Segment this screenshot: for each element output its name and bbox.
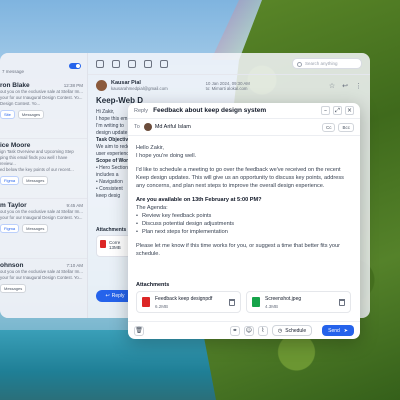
close-icon[interactable]: × [345, 106, 354, 115]
list-item-line: Design Contest. Yo... [0, 101, 41, 106]
schedule-label: Schedule [285, 327, 307, 334]
section-heading: Task Objectiv [96, 137, 129, 143]
list-header: 7 message [0, 53, 87, 79]
tag[interactable]: Figma [0, 224, 20, 233]
cc-button[interactable]: Cc [321, 122, 336, 132]
reply-icon: ↩ [105, 293, 110, 299]
compose-header: Reply Feedback about keep design system … [128, 103, 360, 119]
tag[interactable]: Site [0, 110, 15, 119]
attachment-card[interactable]: Screenshot.jpeg 4.3MB [246, 291, 351, 313]
attachment-size: 4.3MB [265, 303, 279, 309]
compose-window: Reply Feedback about keep design system … [128, 103, 360, 339]
list-item[interactable]: ron Blake 12:38 PM out you on the exclus… [0, 79, 87, 139]
tag-icon[interactable] [128, 59, 136, 68]
list-item[interactable]: ohnson 7:10 AM out you on the exclusive … [0, 259, 87, 318]
more-icon[interactable]: ⋮ [355, 82, 362, 90]
expand-icon[interactable]: ⤢ [333, 106, 342, 115]
emoji-icon[interactable]: ☺ [243, 325, 254, 336]
link-icon[interactable]: ⚭ [229, 325, 240, 336]
mail-list: 7 message ron Blake 12:38 PM out you on … [0, 53, 88, 318]
compose-footer: 🗑 ⚭ ☺ ⌇ ◷ Schedule Send ➤ [128, 321, 360, 339]
pdf-file-icon [142, 297, 150, 307]
agenda-item: Review key feedback points [136, 212, 352, 220]
section-heading: Scope of Wor [96, 158, 129, 164]
minimize-icon[interactable]: – [321, 106, 330, 115]
list-item-time: 9:45 AM [66, 203, 83, 208]
body-paragraph: I'd like to schedule a meeting to go ove… [136, 167, 344, 189]
attachment-name: Feedback keep designpdf [155, 295, 213, 302]
message-recipient: to: Mimarti alokal.com [205, 85, 248, 91]
send-button[interactable]: Send ➤ [322, 325, 354, 336]
list-item-sender: ice Moore [0, 142, 31, 149]
attachments-heading: Attachments [136, 282, 170, 288]
body-question: Are you available on 13th February at 5:… [136, 197, 262, 203]
mail-icon[interactable] [160, 59, 168, 68]
tag[interactable]: Messages [22, 176, 49, 185]
star-icon[interactable]: ☆ [329, 82, 335, 90]
attachment-card[interactable]: Feedback keep designpdf 6.2MB [136, 291, 241, 313]
agenda-label: The Agenda: [136, 205, 168, 211]
tag[interactable]: Messages [22, 224, 49, 233]
attachment-card[interactable]: Corre 13MB [96, 235, 132, 257]
agenda-item: Discuss potential design adjustments [136, 220, 352, 228]
list-item-time: 12:38 PM [63, 83, 83, 88]
agenda-list: Review key feedback points Discuss poten… [136, 212, 352, 236]
trash-icon[interactable] [144, 59, 152, 68]
body-greeting: Hello Zakir, I hope you're doing well. [136, 145, 197, 159]
agenda-item: Plan next steps for implementation [136, 228, 352, 236]
recipient-name: Md Ariful Islam [154, 124, 191, 130]
send-icon: ➤ [343, 327, 348, 334]
list-item-line: your for our Inaugural Design Contest. Y… [0, 275, 83, 280]
sender-email: kausarahmedpial@gmail.com [111, 86, 168, 91]
attachment-name: Screenshot.jpeg [265, 295, 302, 302]
avatar [143, 123, 152, 131]
list-item-line: ping this email finds you well I have re… [0, 155, 68, 166]
tag[interactable]: Messages [17, 110, 45, 119]
list-item-line: your for our Inaugural Design Contest. Y… [0, 215, 83, 220]
reply-label: Reply [111, 293, 125, 299]
body-closing: Please let me know if this time works fo… [136, 243, 340, 257]
tag[interactable]: Figma [0, 176, 20, 185]
schedule-button[interactable]: ◷ Schedule [271, 325, 313, 336]
image-file-icon [252, 297, 260, 307]
reply-icon[interactable]: ↩ [342, 82, 348, 90]
attachment-size: 6.2MB [155, 303, 169, 309]
compose-body[interactable]: Hello Zakir, I hope you're doing well. I'… [128, 136, 360, 258]
delete-draft-icon[interactable]: 🗑 [134, 325, 144, 336]
message-count: 7 message [2, 69, 25, 74]
sender-row: Kausar Pial kausarahmedpial@gmail.com 10… [88, 75, 370, 96]
search-input[interactable]: Search anything [292, 58, 362, 69]
compose-subject[interactable]: Feedback about keep design system [153, 107, 266, 114]
reader-toolbar: Search anything [88, 53, 370, 75]
to-label: To [134, 124, 140, 130]
send-label: Send [328, 327, 340, 334]
trash-icon[interactable] [339, 298, 345, 306]
recipient-chip[interactable]: Md Ariful Islam [143, 123, 191, 131]
list-item-line: ed below the key points of our recent... [0, 167, 74, 172]
clock-icon[interactable] [112, 59, 120, 68]
list-toggle[interactable] [69, 63, 81, 69]
bcc-button[interactable]: Bcc [338, 122, 354, 132]
compose-mode-label: Reply [134, 107, 149, 114]
to-field[interactable]: To Md Ariful Islam Cc Bcc [128, 119, 360, 136]
avatar [96, 80, 107, 91]
tag[interactable]: Messages [0, 284, 27, 293]
trash-icon[interactable] [229, 298, 235, 306]
attachments-heading: Attachments [96, 227, 127, 233]
clock-icon: ◷ [277, 327, 283, 334]
list-item-time: 7:10 AM [66, 263, 83, 268]
list-item[interactable]: ice Moore ign Task Overview and Upcoming… [0, 139, 87, 199]
attachment-size: 13MB [109, 245, 121, 250]
message-date: 10 Jan 2024, 09:30 AM [205, 80, 250, 86]
attach-icon[interactable]: ⌇ [257, 325, 268, 336]
archive-icon[interactable] [96, 59, 104, 68]
list-item[interactable]: m Taylor 9:45 AM out you on the exclusiv… [0, 199, 87, 259]
